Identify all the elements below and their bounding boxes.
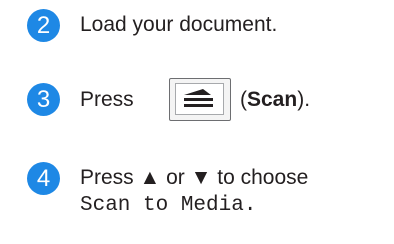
step-prefix-text: Press — [80, 88, 134, 111]
step-number-badge: 3 — [27, 83, 60, 116]
paren-close: ). — [297, 88, 311, 111]
scan-button[interactable] — [169, 78, 231, 121]
step-scan-label: (Scan). — [240, 87, 310, 113]
step-text-line2: Scan to Media. — [80, 194, 257, 217]
step-text: Load your document. — [80, 13, 278, 36]
scan-label-bold: Scan — [247, 88, 298, 111]
step-2: 2 Load your document. — [0, 8, 394, 48]
scan-icon — [184, 89, 213, 107]
step-text-line1: Press ▲ or ▼ to choose — [80, 166, 309, 189]
step-3: 3 Press (Scan). — [0, 78, 394, 122]
paren-open: ( — [240, 88, 247, 111]
step-number-badge: 2 — [27, 9, 60, 42]
step-number-badge: 4 — [27, 162, 60, 195]
step-4: 4 Press ▲ or ▼ to choose Scan to Media. — [0, 160, 394, 230]
